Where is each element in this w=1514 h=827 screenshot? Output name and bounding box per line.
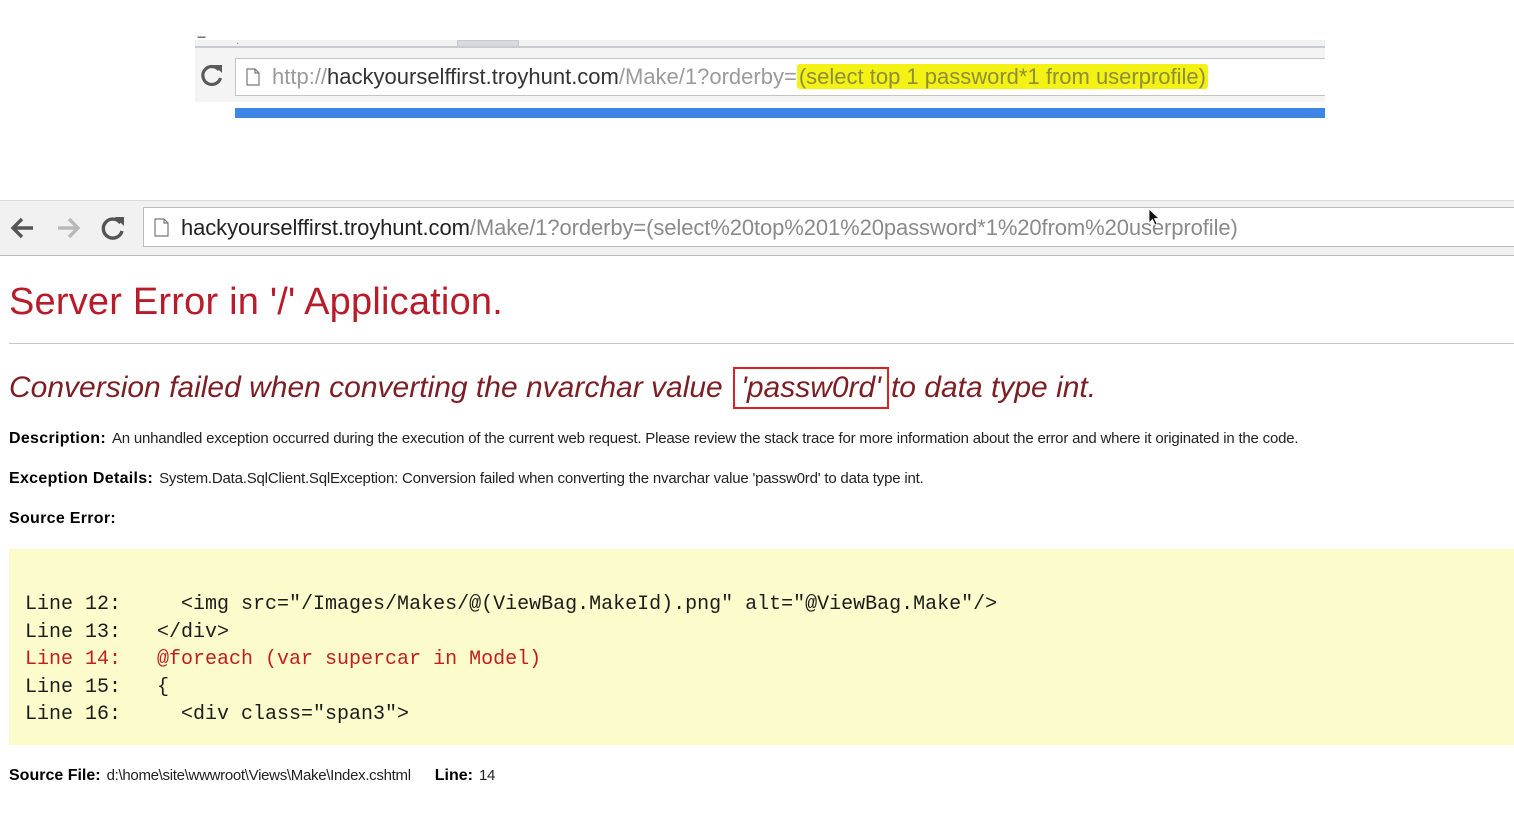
description-row: Description: An unhandled exception occur… <box>9 430 1299 448</box>
error-value-highlight: 'passw0rd' <box>733 367 889 409</box>
description-text: An unhandled exception occurred during t… <box>111 430 1299 447</box>
code-line: Line 15: { <box>25 675 170 699</box>
page-title: Server Error in '/' Application. <box>9 281 503 323</box>
address-url: http://hackyourselffirst.troyhunt.com/Ma… <box>272 59 1208 95</box>
exception-details-row: Exception Details: System.Data.SqlClient.… <box>9 470 924 488</box>
top-tab-strip: ▔ · <box>195 39 1325 49</box>
url-host: hackyourselffirst.troyhunt.com <box>327 64 619 89</box>
exception-label: Exception Details: <box>9 470 154 487</box>
arrow-right-icon[interactable] <box>54 214 82 242</box>
source-code-box: Line 12: <img src="/Images/Makes/@(ViewB… <box>9 549 1514 745</box>
page-icon <box>246 68 260 86</box>
code-line: Line 16: <div class="span3"> <box>25 703 410 726</box>
url-scheme: http:// <box>272 64 328 89</box>
mouse-cursor-icon <box>1148 208 1160 226</box>
arrow-left-icon[interactable] <box>9 214 37 242</box>
code-line: Line 13: </div> <box>25 620 230 644</box>
error-message-lead: Conversion failed when converting the nv… <box>9 371 732 404</box>
source-file-path: d:\home\site\wwwroot\Views\Make\Index.cs… <box>106 767 411 784</box>
main-toolbar: hackyourselffirst.troyhunt.com/Make/1?or… <box>0 200 1514 256</box>
exception-text: System.Data.SqlClient.SqlException: Conv… <box>159 470 924 487</box>
description-label: Description: <box>9 430 106 447</box>
address-bar[interactable]: hackyourselffirst.troyhunt.com/Make/1?or… <box>143 207 1514 247</box>
top-browser-fragment: ▔ · http://hackyourselffirst.troyhunt.co… <box>195 39 1325 119</box>
address-url: hackyourselffirst.troyhunt.com/Make/1?or… <box>181 208 1238 246</box>
source-error-row: Source Error: <box>9 510 122 528</box>
address-bar[interactable]: http://hackyourselffirst.troyhunt.com/Ma… <box>235 58 1325 96</box>
reload-icon[interactable] <box>99 214 127 242</box>
url-host: hackyourselffirst.troyhunt.com <box>181 215 470 240</box>
url-path: /Make/1?orderby= <box>618 64 797 89</box>
page-icon <box>154 218 169 237</box>
line-number: 14 <box>478 767 496 784</box>
source-file-row: Source File: d:\home\site\wwwroot\Views\M… <box>9 767 495 785</box>
divider <box>9 343 1514 344</box>
url-highlighted-injection: (select top 1 password*1 from userprofil… <box>796 64 1208 89</box>
error-page: Server Error in '/' Application. Convers… <box>0 257 1514 827</box>
autocomplete-selection-bar <box>235 108 1325 118</box>
code-line-highlighted: Line 14: @foreach (var supercar in Model… <box>25 648 542 671</box>
source-code: Line 12: <img src="/Images/Makes/@(ViewB… <box>25 591 997 729</box>
line-label: Line: <box>434 767 473 784</box>
source-file-label: Source File: <box>9 767 101 784</box>
code-line: Line 12: <img src="/Images/Makes/@(ViewB… <box>25 593 998 616</box>
top-toolbar: http://hackyourselffirst.troyhunt.com/Ma… <box>195 48 1325 102</box>
error-message: Conversion failed when converting the nv… <box>9 367 1096 409</box>
source-error-label: Source Error: <box>9 510 117 527</box>
reload-icon[interactable] <box>199 62 225 88</box>
error-message-tail: to data type int. <box>890 371 1097 404</box>
url-path: /Make/1?orderby=(select%20top%201%20pass… <box>469 215 1238 240</box>
